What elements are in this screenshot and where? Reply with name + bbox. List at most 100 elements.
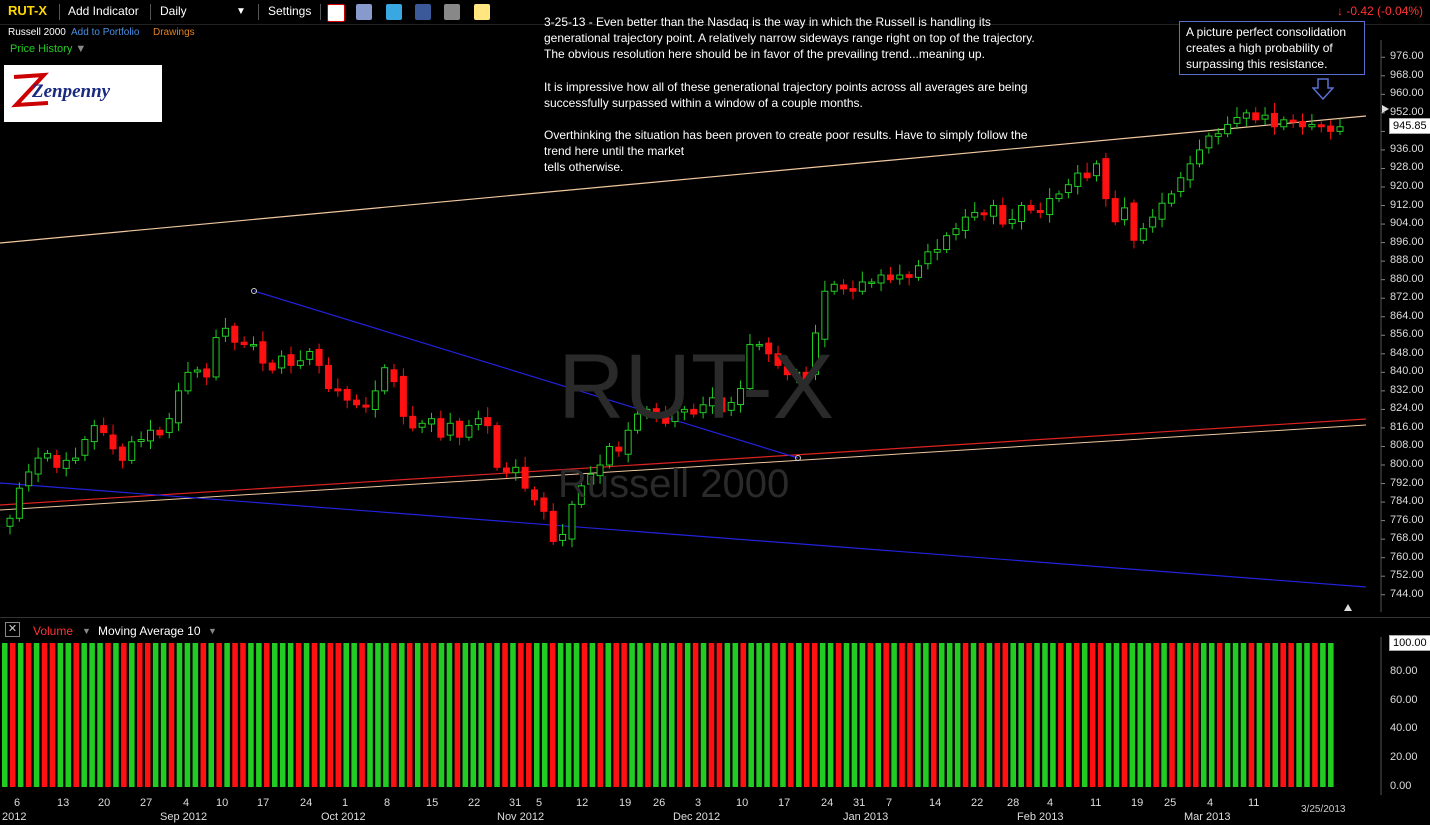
- candle-body: [1214, 133, 1222, 137]
- volume-bar: [835, 643, 842, 787]
- volume-bar: [391, 643, 397, 787]
- volume-bar: [2, 643, 8, 787]
- candle-body: [1270, 112, 1278, 128]
- volume-bar: [311, 643, 318, 787]
- volume-bar: [780, 643, 786, 787]
- price-tick-label: 856.00: [1390, 328, 1424, 341]
- volume-bar: [430, 643, 437, 787]
- volume-bar: [1073, 643, 1080, 787]
- moving-average-label[interactable]: Moving Average 10: [98, 624, 201, 638]
- price-tick-label: 888.00: [1390, 254, 1424, 267]
- candle-body: [1261, 114, 1269, 120]
- candle-body: [1064, 184, 1072, 194]
- candle-body: [933, 249, 941, 253]
- volume-bar: [184, 643, 191, 787]
- volume-bar: [827, 643, 834, 787]
- volume-bar: [1240, 643, 1247, 787]
- volume-bar: [422, 643, 429, 787]
- volume-bar: [1248, 643, 1255, 787]
- date-tick-label: 12: [576, 797, 589, 809]
- candle-body: [521, 466, 529, 489]
- candle-body: [81, 439, 89, 456]
- volume-bar: [478, 643, 484, 787]
- candle-body: [1008, 218, 1016, 224]
- volume-bar: [549, 643, 556, 787]
- month-tick-label: Feb 2013: [1017, 811, 1064, 823]
- volume-bar: [684, 643, 691, 787]
- volume-bar: [803, 643, 810, 787]
- candle-body: [381, 367, 389, 392]
- volume-bar: [637, 643, 643, 787]
- candle-body: [1027, 205, 1035, 211]
- volume-bar: [144, 643, 151, 787]
- volume-bar: [1280, 643, 1286, 787]
- volume-bar: [81, 643, 87, 787]
- date-tick-label: 11: [1248, 797, 1260, 809]
- volume-bar: [859, 643, 866, 787]
- candle-body: [437, 418, 445, 438]
- volume-bar: [303, 643, 310, 787]
- volume-bar: [399, 643, 405, 787]
- candle-body: [1177, 177, 1185, 193]
- volume-bar: [383, 643, 389, 787]
- chevron-down-icon[interactable]: ▼: [208, 626, 217, 636]
- volume-bar: [923, 643, 929, 787]
- candle-body: [821, 290, 829, 340]
- price-tick-label: 872.00: [1390, 291, 1424, 304]
- candle-body: [62, 459, 70, 469]
- date-tick-label: 11: [1090, 797, 1102, 809]
- date-tick-label: 24: [300, 797, 313, 809]
- candle-body: [399, 375, 407, 417]
- candle-body: [1139, 228, 1147, 241]
- price-tick-label: 824.00: [1390, 402, 1424, 415]
- volume-bar: [49, 643, 56, 787]
- volume-bar: [724, 643, 731, 787]
- volume-bar: [200, 643, 207, 787]
- candle-body: [118, 446, 126, 461]
- candle-body: [446, 422, 454, 436]
- volume-tick-label: 80.00: [1390, 664, 1418, 677]
- candle-body: [1196, 149, 1204, 165]
- volume-bar: [1145, 643, 1151, 787]
- candle-body: [905, 274, 913, 278]
- volume-bar: [526, 643, 532, 787]
- candle-body: [25, 471, 33, 487]
- month-tick-label: Oct 2012: [321, 811, 366, 823]
- volume-bar: [502, 643, 508, 787]
- watermark-symbol: RUT-X: [558, 336, 834, 438]
- price-tick-label: 776.00: [1390, 513, 1424, 526]
- candle-body: [886, 274, 894, 281]
- volume-bar: [645, 643, 651, 787]
- candle-body: [858, 281, 866, 292]
- candle-body: [1336, 126, 1344, 132]
- volume-bar: [1002, 643, 1009, 787]
- volume-bar: [1121, 643, 1128, 787]
- candle-body: [324, 364, 332, 390]
- volume-bar: [534, 643, 540, 787]
- volume-bar: [41, 643, 48, 787]
- volume-bar: [208, 643, 215, 787]
- volume-bar: [33, 643, 40, 787]
- volume-bar: [375, 643, 381, 787]
- date-tick-label: 4: [1207, 797, 1214, 809]
- candle-body: [971, 211, 979, 218]
- candle-body: [456, 420, 464, 438]
- candle-body: [474, 418, 482, 426]
- volume-bar: [1216, 643, 1223, 787]
- volume-bar: [224, 643, 230, 787]
- candle-body: [512, 466, 520, 474]
- candle-body: [1289, 119, 1297, 123]
- volume-bar: [1161, 643, 1167, 787]
- chevron-down-icon[interactable]: ▼: [82, 626, 91, 636]
- volume-bar: [256, 643, 262, 787]
- date-tick-label: 5: [536, 797, 543, 809]
- volume-bar: [176, 643, 183, 787]
- volume-bar: [931, 643, 937, 787]
- volume-bar: [613, 643, 619, 787]
- candle-body: [315, 348, 323, 366]
- candle-body: [1083, 172, 1091, 179]
- volume-bar: [1177, 643, 1183, 787]
- volume-bar: [653, 643, 659, 787]
- close-icon[interactable]: ✕: [5, 622, 20, 637]
- volume-title[interactable]: Volume: [33, 624, 73, 638]
